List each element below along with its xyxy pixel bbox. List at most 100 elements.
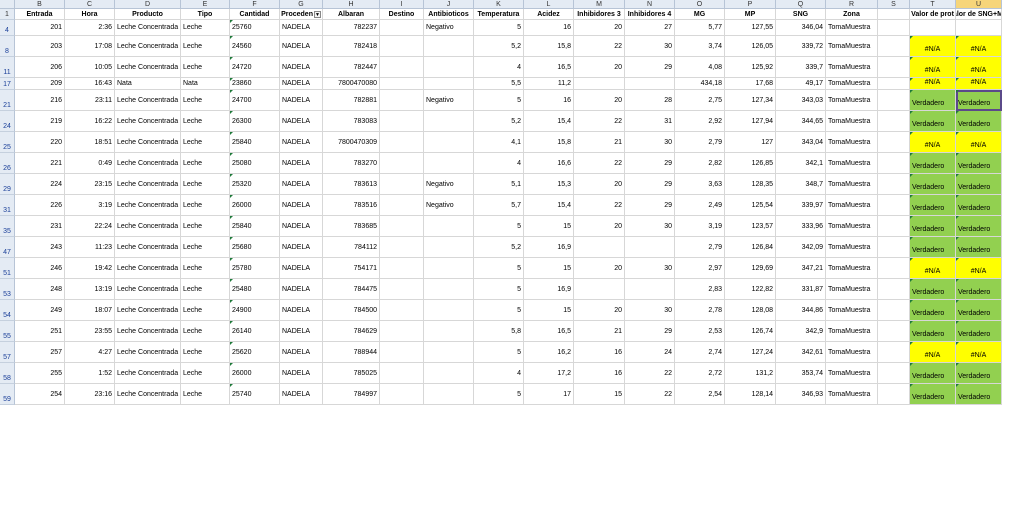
- table-cell[interactable]: Verdadero: [910, 174, 956, 195]
- table-cell[interactable]: 17:08: [65, 36, 115, 57]
- table-header-cell[interactable]: Entrada: [15, 9, 65, 20]
- table-header-cell[interactable]: Zona: [826, 9, 878, 20]
- table-cell[interactable]: Verdadero: [910, 300, 956, 321]
- table-cell[interactable]: 128,35: [725, 174, 776, 195]
- table-cell[interactable]: #N/A: [910, 78, 956, 90]
- table-cell[interactable]: 243: [15, 237, 65, 258]
- row-header[interactable]: 29: [0, 174, 15, 195]
- row-header[interactable]: 47: [0, 237, 15, 258]
- table-cell[interactable]: 20: [574, 300, 625, 321]
- table-cell[interactable]: NADELA: [280, 237, 323, 258]
- table-cell[interactable]: [380, 36, 424, 57]
- row-header[interactable]: 35: [0, 216, 15, 237]
- table-cell[interactable]: 4,08: [675, 57, 725, 78]
- table-cell[interactable]: 2,79: [675, 237, 725, 258]
- table-cell[interactable]: TomaMuestra: [826, 363, 878, 384]
- table-cell[interactable]: TomaMuestra: [826, 20, 878, 36]
- table-cell[interactable]: Nata: [115, 78, 181, 90]
- table-cell[interactable]: 784112: [323, 237, 380, 258]
- table-cell[interactable]: 127,55: [725, 20, 776, 36]
- table-cell[interactable]: Leche Concentrada: [115, 279, 181, 300]
- table-cell[interactable]: 5: [474, 216, 524, 237]
- table-cell[interactable]: TomaMuestra: [826, 321, 878, 342]
- table-cell[interactable]: 29: [625, 195, 675, 216]
- table-header-cell[interactable]: Cantidad: [230, 9, 280, 20]
- table-cell[interactable]: 4: [474, 57, 524, 78]
- table-cell[interactable]: 2:36: [65, 20, 115, 36]
- table-cell[interactable]: NADELA: [280, 279, 323, 300]
- table-cell[interactable]: 347,21: [776, 258, 826, 279]
- table-cell[interactable]: 4,1: [474, 132, 524, 153]
- table-cell[interactable]: 17,2: [524, 363, 574, 384]
- table-header-cell[interactable]: [878, 9, 910, 20]
- table-cell[interactable]: #N/A: [910, 342, 956, 363]
- column-header-b[interactable]: B: [15, 0, 65, 9]
- table-cell[interactable]: TomaMuestra: [826, 384, 878, 405]
- table-cell[interactable]: 782881: [323, 90, 380, 111]
- table-cell[interactable]: 4: [474, 153, 524, 174]
- table-cell[interactable]: 21: [574, 132, 625, 153]
- table-cell[interactable]: 3,19: [675, 216, 725, 237]
- table-cell[interactable]: 125,92: [725, 57, 776, 78]
- table-cell[interactable]: 16,9: [524, 279, 574, 300]
- row-header[interactable]: 4: [0, 20, 15, 36]
- table-cell[interactable]: 4: [474, 363, 524, 384]
- table-cell[interactable]: 128,08: [725, 300, 776, 321]
- table-cell[interactable]: TomaMuestra: [826, 78, 878, 90]
- row-header[interactable]: 8: [0, 36, 15, 57]
- table-cell[interactable]: 231: [15, 216, 65, 237]
- table-header-cell[interactable]: MG: [675, 9, 725, 20]
- table-cell[interactable]: 3,74: [675, 36, 725, 57]
- column-header-j[interactable]: J: [424, 0, 474, 9]
- table-cell[interactable]: #N/A: [910, 258, 956, 279]
- table-cell[interactable]: Leche: [181, 174, 230, 195]
- table-cell[interactable]: 783613: [323, 174, 380, 195]
- table-cell[interactable]: 29: [625, 174, 675, 195]
- table-cell[interactable]: [625, 279, 675, 300]
- table-cell[interactable]: [380, 78, 424, 90]
- table-cell[interactable]: 11,2: [524, 78, 574, 90]
- table-cell[interactable]: 15,3: [524, 174, 574, 195]
- table-cell[interactable]: 226: [15, 195, 65, 216]
- table-cell[interactable]: [380, 321, 424, 342]
- table-cell[interactable]: 5,77: [675, 20, 725, 36]
- table-cell[interactable]: 26000: [230, 363, 280, 384]
- table-cell[interactable]: 7800470080: [323, 78, 380, 90]
- table-cell[interactable]: 23:55: [65, 321, 115, 342]
- row-header[interactable]: 57: [0, 342, 15, 363]
- table-cell[interactable]: [625, 237, 675, 258]
- table-cell[interactable]: 343,04: [776, 132, 826, 153]
- table-cell[interactable]: 128,14: [725, 384, 776, 405]
- table-cell[interactable]: 15: [524, 216, 574, 237]
- table-cell[interactable]: [878, 195, 910, 216]
- table-cell[interactable]: 343,03: [776, 90, 826, 111]
- table-cell[interactable]: TomaMuestra: [826, 279, 878, 300]
- table-cell[interactable]: 434,18: [675, 78, 725, 90]
- table-cell[interactable]: 30: [625, 258, 675, 279]
- table-cell[interactable]: 224: [15, 174, 65, 195]
- table-cell[interactable]: 13:19: [65, 279, 115, 300]
- table-cell[interactable]: 23860: [230, 78, 280, 90]
- table-cell[interactable]: [956, 20, 1002, 36]
- table-cell[interactable]: Leche Concentrada: [115, 90, 181, 111]
- table-cell[interactable]: 29: [625, 153, 675, 174]
- table-cell[interactable]: Leche: [181, 384, 230, 405]
- column-header-o[interactable]: O: [675, 0, 725, 9]
- table-cell[interactable]: 125,54: [725, 195, 776, 216]
- table-cell[interactable]: 257: [15, 342, 65, 363]
- table-cell[interactable]: 24900: [230, 300, 280, 321]
- table-cell[interactable]: 20: [574, 216, 625, 237]
- table-cell[interactable]: [878, 20, 910, 36]
- table-cell[interactable]: NADELA: [280, 90, 323, 111]
- table-header-cell[interactable]: Albaran: [323, 9, 380, 20]
- column-header-i[interactable]: I: [380, 0, 424, 9]
- column-header-p[interactable]: P: [725, 0, 776, 9]
- table-cell[interactable]: 251: [15, 321, 65, 342]
- table-cell[interactable]: 28: [625, 90, 675, 111]
- table-cell[interactable]: 2,97: [675, 258, 725, 279]
- table-cell[interactable]: 23:11: [65, 90, 115, 111]
- table-cell[interactable]: 4:27: [65, 342, 115, 363]
- table-cell[interactable]: 25080: [230, 153, 280, 174]
- table-cell[interactable]: [424, 237, 474, 258]
- table-cell[interactable]: Leche Concentrada: [115, 174, 181, 195]
